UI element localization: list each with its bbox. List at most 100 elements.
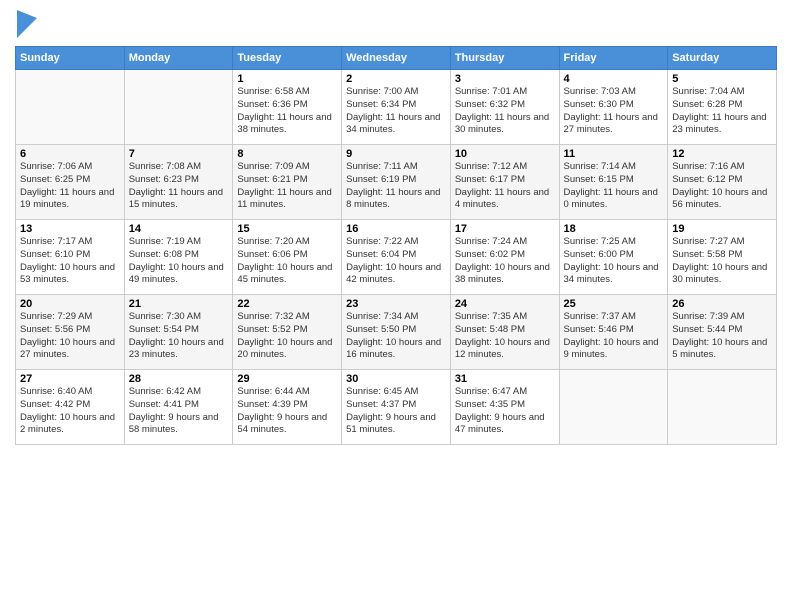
calendar-week-row: 6Sunrise: 7:06 AMSunset: 6:25 PMDaylight…	[16, 145, 777, 220]
day-info: Sunrise: 7:01 AMSunset: 6:32 PMDaylight:…	[455, 86, 555, 137]
calendar-cell: 9Sunrise: 7:11 AMSunset: 6:19 PMDaylight…	[342, 145, 451, 220]
day-info: Sunrise: 6:58 AMSunset: 6:36 PMDaylight:…	[237, 86, 337, 137]
logo-icon	[17, 10, 37, 38]
day-number: 25	[564, 298, 664, 310]
weekday-header: Monday	[124, 47, 233, 70]
calendar-cell: 12Sunrise: 7:16 AMSunset: 6:12 PMDayligh…	[668, 145, 777, 220]
calendar-cell: 18Sunrise: 7:25 AMSunset: 6:00 PMDayligh…	[559, 220, 668, 295]
day-number: 26	[672, 298, 772, 310]
weekday-header: Sunday	[16, 47, 125, 70]
weekday-header: Saturday	[668, 47, 777, 70]
calendar-week-row: 20Sunrise: 7:29 AMSunset: 5:56 PMDayligh…	[16, 295, 777, 370]
day-number: 4	[564, 73, 664, 85]
calendar-cell: 29Sunrise: 6:44 AMSunset: 4:39 PMDayligh…	[233, 370, 342, 445]
day-number: 27	[20, 373, 120, 385]
weekday-header: Wednesday	[342, 47, 451, 70]
day-info: Sunrise: 7:39 AMSunset: 5:44 PMDaylight:…	[672, 311, 772, 362]
calendar-cell: 20Sunrise: 7:29 AMSunset: 5:56 PMDayligh…	[16, 295, 125, 370]
day-info: Sunrise: 7:27 AMSunset: 5:58 PMDaylight:…	[672, 236, 772, 287]
calendar-week-row: 27Sunrise: 6:40 AMSunset: 4:42 PMDayligh…	[16, 370, 777, 445]
logo	[15, 10, 37, 38]
calendar-cell: 15Sunrise: 7:20 AMSunset: 6:06 PMDayligh…	[233, 220, 342, 295]
calendar-cell: 14Sunrise: 7:19 AMSunset: 6:08 PMDayligh…	[124, 220, 233, 295]
day-number: 1	[237, 73, 337, 85]
day-info: Sunrise: 6:42 AMSunset: 4:41 PMDaylight:…	[129, 386, 229, 437]
day-info: Sunrise: 7:11 AMSunset: 6:19 PMDaylight:…	[346, 161, 446, 212]
day-number: 16	[346, 223, 446, 235]
day-info: Sunrise: 7:08 AMSunset: 6:23 PMDaylight:…	[129, 161, 229, 212]
calendar-cell: 17Sunrise: 7:24 AMSunset: 6:02 PMDayligh…	[450, 220, 559, 295]
calendar-cell: 24Sunrise: 7:35 AMSunset: 5:48 PMDayligh…	[450, 295, 559, 370]
day-info: Sunrise: 7:32 AMSunset: 5:52 PMDaylight:…	[237, 311, 337, 362]
day-info: Sunrise: 7:35 AMSunset: 5:48 PMDaylight:…	[455, 311, 555, 362]
day-info: Sunrise: 7:20 AMSunset: 6:06 PMDaylight:…	[237, 236, 337, 287]
calendar-header-row: SundayMondayTuesdayWednesdayThursdayFrid…	[16, 47, 777, 70]
day-info: Sunrise: 7:34 AMSunset: 5:50 PMDaylight:…	[346, 311, 446, 362]
calendar-cell: 2Sunrise: 7:00 AMSunset: 6:34 PMDaylight…	[342, 70, 451, 145]
calendar-cell: 4Sunrise: 7:03 AMSunset: 6:30 PMDaylight…	[559, 70, 668, 145]
calendar-cell: 27Sunrise: 6:40 AMSunset: 4:42 PMDayligh…	[16, 370, 125, 445]
day-info: Sunrise: 7:00 AMSunset: 6:34 PMDaylight:…	[346, 86, 446, 137]
day-info: Sunrise: 7:06 AMSunset: 6:25 PMDaylight:…	[20, 161, 120, 212]
day-number: 10	[455, 148, 555, 160]
day-number: 7	[129, 148, 229, 160]
day-info: Sunrise: 6:47 AMSunset: 4:35 PMDaylight:…	[455, 386, 555, 437]
day-number: 29	[237, 373, 337, 385]
calendar-cell	[668, 370, 777, 445]
day-info: Sunrise: 7:30 AMSunset: 5:54 PMDaylight:…	[129, 311, 229, 362]
day-number: 30	[346, 373, 446, 385]
day-info: Sunrise: 7:24 AMSunset: 6:02 PMDaylight:…	[455, 236, 555, 287]
calendar-week-row: 1Sunrise: 6:58 AMSunset: 6:36 PMDaylight…	[16, 70, 777, 145]
day-number: 6	[20, 148, 120, 160]
day-info: Sunrise: 7:14 AMSunset: 6:15 PMDaylight:…	[564, 161, 664, 212]
day-number: 31	[455, 373, 555, 385]
calendar-cell	[559, 370, 668, 445]
day-number: 24	[455, 298, 555, 310]
day-info: Sunrise: 6:44 AMSunset: 4:39 PMDaylight:…	[237, 386, 337, 437]
day-number: 5	[672, 73, 772, 85]
day-info: Sunrise: 7:37 AMSunset: 5:46 PMDaylight:…	[564, 311, 664, 362]
calendar-cell: 13Sunrise: 7:17 AMSunset: 6:10 PMDayligh…	[16, 220, 125, 295]
day-info: Sunrise: 6:45 AMSunset: 4:37 PMDaylight:…	[346, 386, 446, 437]
day-info: Sunrise: 6:40 AMSunset: 4:42 PMDaylight:…	[20, 386, 120, 437]
header	[15, 10, 777, 38]
day-info: Sunrise: 7:17 AMSunset: 6:10 PMDaylight:…	[20, 236, 120, 287]
calendar-cell: 7Sunrise: 7:08 AMSunset: 6:23 PMDaylight…	[124, 145, 233, 220]
day-number: 22	[237, 298, 337, 310]
day-info: Sunrise: 7:25 AMSunset: 6:00 PMDaylight:…	[564, 236, 664, 287]
calendar-cell: 5Sunrise: 7:04 AMSunset: 6:28 PMDaylight…	[668, 70, 777, 145]
calendar-cell: 28Sunrise: 6:42 AMSunset: 4:41 PMDayligh…	[124, 370, 233, 445]
calendar-cell: 23Sunrise: 7:34 AMSunset: 5:50 PMDayligh…	[342, 295, 451, 370]
day-number: 28	[129, 373, 229, 385]
calendar-cell	[124, 70, 233, 145]
day-number: 18	[564, 223, 664, 235]
day-number: 14	[129, 223, 229, 235]
day-info: Sunrise: 7:12 AMSunset: 6:17 PMDaylight:…	[455, 161, 555, 212]
calendar-cell: 8Sunrise: 7:09 AMSunset: 6:21 PMDaylight…	[233, 145, 342, 220]
calendar-cell: 1Sunrise: 6:58 AMSunset: 6:36 PMDaylight…	[233, 70, 342, 145]
calendar-cell: 16Sunrise: 7:22 AMSunset: 6:04 PMDayligh…	[342, 220, 451, 295]
day-number: 21	[129, 298, 229, 310]
day-number: 3	[455, 73, 555, 85]
day-info: Sunrise: 7:29 AMSunset: 5:56 PMDaylight:…	[20, 311, 120, 362]
day-number: 2	[346, 73, 446, 85]
day-info: Sunrise: 7:22 AMSunset: 6:04 PMDaylight:…	[346, 236, 446, 287]
calendar-week-row: 13Sunrise: 7:17 AMSunset: 6:10 PMDayligh…	[16, 220, 777, 295]
calendar-cell	[16, 70, 125, 145]
day-number: 9	[346, 148, 446, 160]
calendar-cell: 11Sunrise: 7:14 AMSunset: 6:15 PMDayligh…	[559, 145, 668, 220]
calendar-cell: 26Sunrise: 7:39 AMSunset: 5:44 PMDayligh…	[668, 295, 777, 370]
calendar-cell: 6Sunrise: 7:06 AMSunset: 6:25 PMDaylight…	[16, 145, 125, 220]
day-number: 8	[237, 148, 337, 160]
day-number: 17	[455, 223, 555, 235]
day-info: Sunrise: 7:16 AMSunset: 6:12 PMDaylight:…	[672, 161, 772, 212]
weekday-header: Tuesday	[233, 47, 342, 70]
calendar: SundayMondayTuesdayWednesdayThursdayFrid…	[15, 46, 777, 445]
day-number: 13	[20, 223, 120, 235]
day-number: 11	[564, 148, 664, 160]
calendar-cell: 21Sunrise: 7:30 AMSunset: 5:54 PMDayligh…	[124, 295, 233, 370]
page: SundayMondayTuesdayWednesdayThursdayFrid…	[0, 0, 792, 612]
day-number: 23	[346, 298, 446, 310]
calendar-cell: 25Sunrise: 7:37 AMSunset: 5:46 PMDayligh…	[559, 295, 668, 370]
calendar-cell: 31Sunrise: 6:47 AMSunset: 4:35 PMDayligh…	[450, 370, 559, 445]
